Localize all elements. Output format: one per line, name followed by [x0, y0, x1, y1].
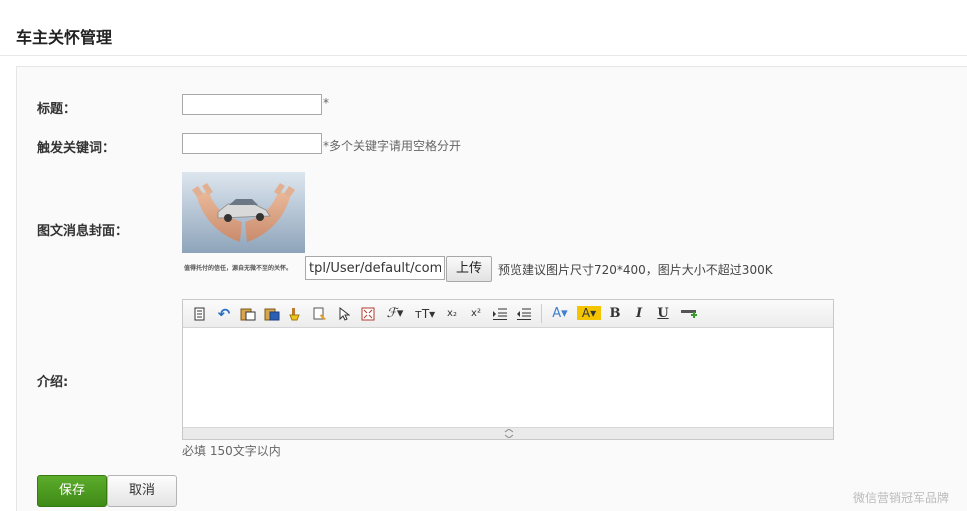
cover-size-hint: 预览建议图片尺寸720*400，图片大小不超过300K [498, 263, 773, 277]
cover-caption: 值得托付的信任，源自无微不至的关怀。 [184, 265, 293, 272]
horizontal-rule-icon[interactable] [679, 305, 699, 322]
watermark: 微信营销冠军品牌 [853, 491, 950, 505]
upload-button[interactable]: 上传 [446, 256, 492, 282]
form-panel [16, 66, 967, 511]
font-color-icon[interactable]: A▾ [549, 305, 571, 322]
clear-format-icon[interactable] [287, 305, 305, 322]
paste-icon[interactable] [239, 305, 257, 322]
editor-toolbar: ↶ ℱ▾ ᴛT▾ x₂ x² A▾ A▾ B I U [183, 300, 833, 328]
format-brush-icon[interactable] [311, 305, 329, 322]
font-family-icon[interactable]: ℱ▾ [383, 305, 407, 322]
page-title: 车主关怀管理 [16, 28, 113, 47]
bold-icon[interactable]: B [607, 305, 623, 322]
editor-content-area[interactable] [183, 328, 833, 428]
title-divider [0, 55, 967, 56]
source-icon[interactable] [191, 305, 209, 322]
title-required-mark: * [323, 96, 329, 110]
indent-icon[interactable] [491, 305, 509, 322]
highlight-color-icon[interactable]: A▾ [577, 306, 601, 320]
paste-word-icon[interactable] [263, 305, 281, 322]
select-all-icon[interactable] [335, 305, 353, 322]
keyword-label: 触发关键词： [37, 141, 116, 156]
cover-label: 图文消息封面： [37, 224, 129, 239]
editor-resize-handle[interactable] [183, 427, 833, 439]
cancel-button[interactable]: 取消 [107, 475, 177, 507]
subscript-icon[interactable]: x₂ [443, 305, 461, 322]
font-size-icon[interactable]: ᴛT▾ [413, 305, 437, 322]
intro-label: 介绍: [37, 375, 69, 390]
hands-car-illustration [182, 172, 305, 253]
italic-icon[interactable]: I [631, 305, 647, 322]
underline-icon[interactable]: U [655, 305, 671, 322]
undo-icon[interactable]: ↶ [215, 305, 233, 323]
toolbar-separator [541, 304, 542, 323]
cover-image [182, 172, 305, 253]
fullscreen-icon[interactable] [359, 305, 377, 322]
cover-path-input[interactable] [305, 256, 445, 280]
rich-text-editor: ↶ ℱ▾ ᴛT▾ x₂ x² A▾ A▾ B I U [182, 299, 834, 440]
intro-hint: 必填 150文字以内 [182, 444, 281, 458]
superscript-icon[interactable]: x² [467, 305, 485, 322]
keyword-hint: *多个关键字请用空格分开 [323, 139, 462, 153]
title-input[interactable] [182, 94, 322, 115]
save-button[interactable]: 保存 [37, 475, 107, 507]
outdent-icon[interactable] [515, 305, 533, 322]
title-label: 标题： [37, 102, 77, 117]
keyword-input[interactable] [182, 133, 322, 154]
